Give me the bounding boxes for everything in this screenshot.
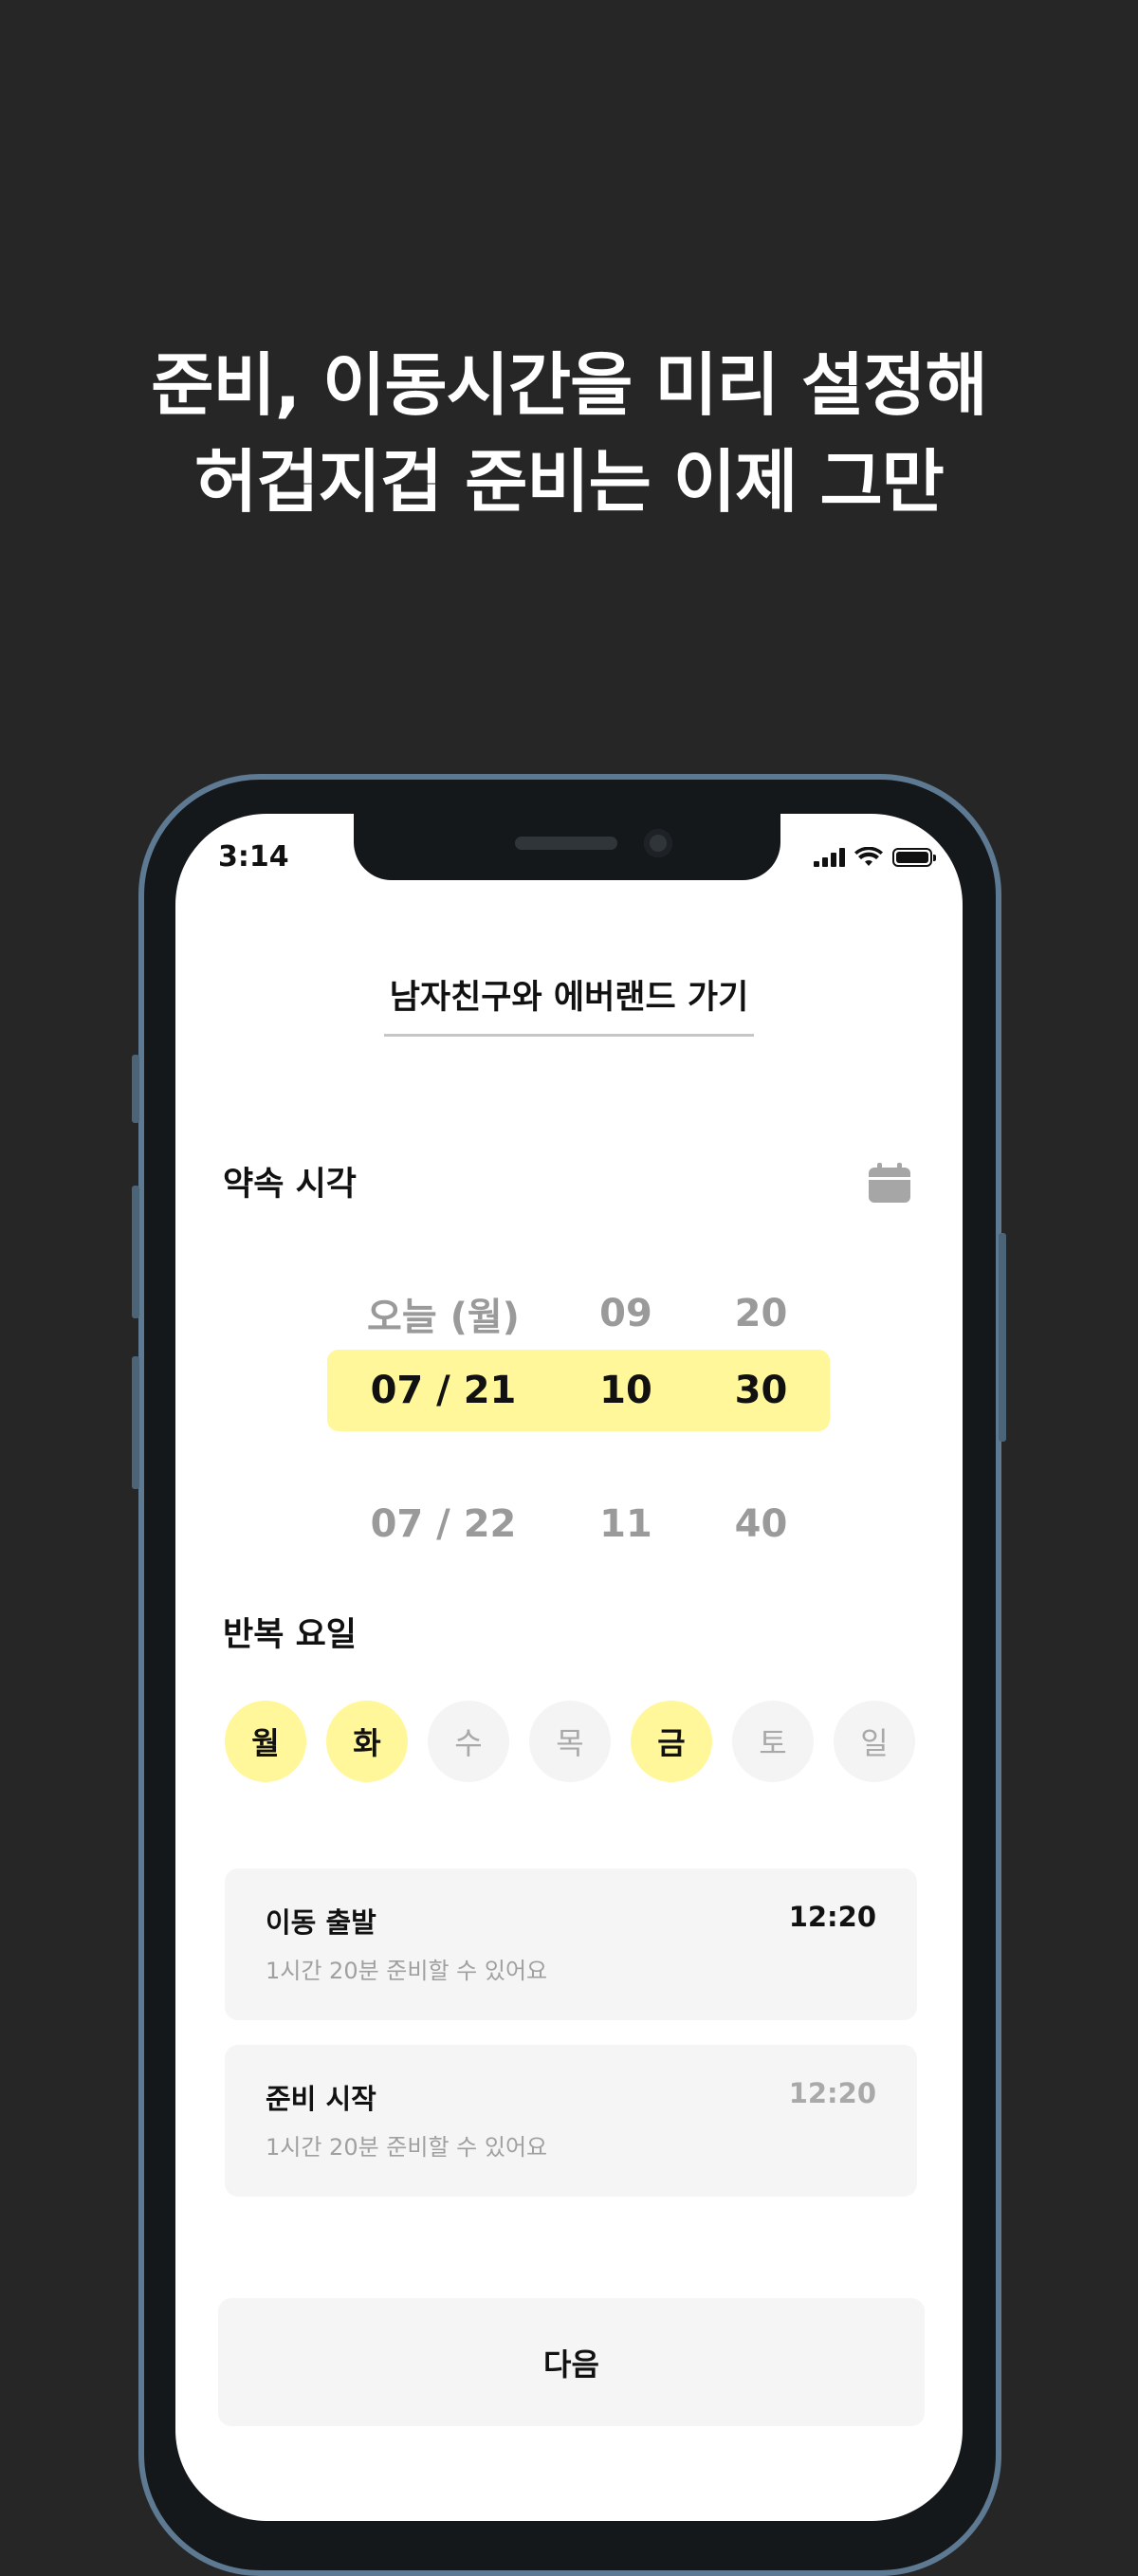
- day-toggle-mon[interactable]: 월: [225, 1701, 306, 1782]
- card-title: 준비 시작: [266, 2083, 376, 2115]
- battery-icon: [892, 848, 936, 867]
- day-toggle-fri[interactable]: 금: [631, 1701, 712, 1782]
- next-button[interactable]: 다음: [218, 2298, 925, 2426]
- picker-hour: 10: [599, 1369, 652, 1412]
- phone-notch: [354, 814, 780, 880]
- cellular-signal-icon: [814, 848, 845, 867]
- time-picker-row-previous[interactable]: 오늘 (월) 09 20: [327, 1276, 830, 1352]
- appointment-time-label: 약속 시각: [223, 1166, 357, 1204]
- wifi-icon: [854, 847, 883, 866]
- day-toggle-sat[interactable]: 토: [732, 1701, 814, 1782]
- schedule-card-prep-start: 준비 시작 1시간 20분 준비할 수 있어요 12:20: [225, 2045, 917, 2197]
- time-picker-row-next[interactable]: 07 / 22 11 40: [327, 1486, 830, 1562]
- headline-line-1: 준비, 이동시간을 미리 설정해: [151, 345, 987, 425]
- card-time: 12:20: [788, 2077, 876, 2109]
- promo-headline: 준비, 이동시간을 미리 설정해 허겁지겁 준비는 이제 그만: [0, 337, 1138, 530]
- headline-line-2: 허겁지겁 준비는 이제 그만: [194, 442, 945, 522]
- time-picker-row-selected[interactable]: 07 / 21 10 30: [327, 1350, 830, 1431]
- schedule-card-departure: 이동 출발 1시간 20분 준비할 수 있어요 12:20: [225, 1868, 917, 2020]
- card-time: 12:20: [788, 1901, 876, 1933]
- speaker-grille: [515, 837, 617, 850]
- card-title: 이동 출발: [266, 1906, 376, 1939]
- event-title-field[interactable]: 남자친구와 에버랜드 가기: [384, 970, 754, 1037]
- front-camera: [644, 829, 672, 857]
- picker-date: 07 / 22: [370, 1502, 517, 1546]
- picker-minute: 40: [734, 1502, 788, 1546]
- day-toggle-sun[interactable]: 일: [834, 1701, 915, 1782]
- status-time: 3:14: [218, 840, 289, 874]
- card-subtitle: 1시간 20분 준비할 수 있어요: [266, 2134, 548, 2161]
- picker-hour: 09: [599, 1292, 652, 1335]
- picker-hour: 11: [599, 1502, 652, 1546]
- day-toggle-tue[interactable]: 화: [326, 1701, 408, 1782]
- phone-volume-up: [132, 1186, 139, 1318]
- event-title: 남자친구와 에버랜드 가기: [384, 970, 754, 1037]
- phone-power-button: [999, 1233, 1006, 1442]
- phone-screen: 3:14 남자친구와 에버랜드 가기 약속 시각 오늘 (월) 09 20 07…: [175, 814, 963, 2521]
- status-icons: [814, 846, 936, 869]
- calendar-icon[interactable]: [869, 1163, 910, 1203]
- day-toggle-wed[interactable]: 수: [428, 1701, 509, 1782]
- repeat-days-label: 반복 요일: [223, 1616, 357, 1654]
- picker-minute: 30: [734, 1369, 788, 1412]
- day-toggle-thu[interactable]: 목: [529, 1701, 611, 1782]
- picker-minute: 20: [734, 1292, 788, 1335]
- card-subtitle: 1시간 20분 준비할 수 있어요: [266, 1958, 548, 1984]
- picker-date: 07 / 21: [370, 1369, 517, 1412]
- phone-mute-switch: [132, 1055, 139, 1123]
- repeat-day-selector: 월 화 수 목 금 토 일: [225, 1701, 915, 1782]
- picker-date: 오늘 (월): [367, 1296, 520, 1339]
- phone-volume-down: [132, 1356, 139, 1489]
